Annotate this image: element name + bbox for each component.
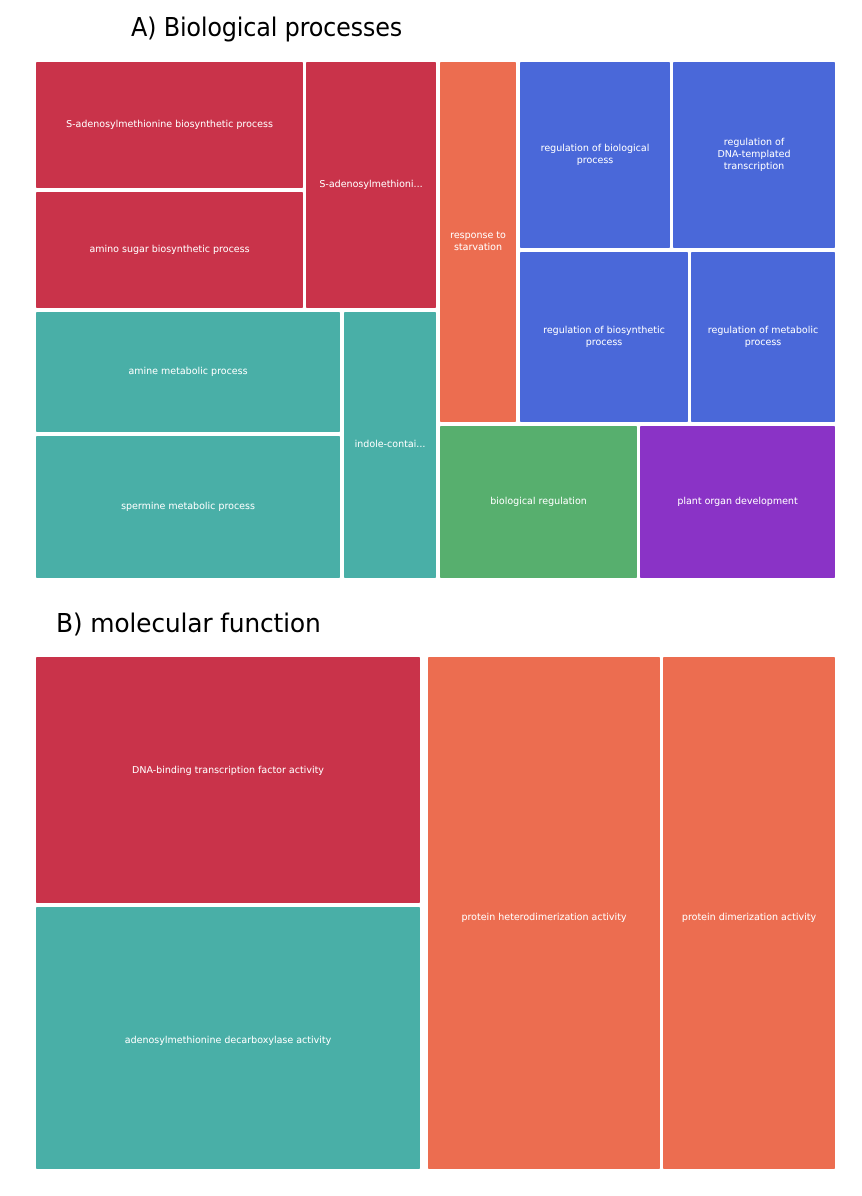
- tile-label: protein dimerization activity: [681, 912, 817, 923]
- tile-label: DNA-binding transcription factor activit…: [132, 765, 324, 776]
- tile-label: adenosylmethionine decarboxylase activit…: [124, 1035, 332, 1046]
- treemap-tile[interactable]: S-adenosylmethionine biosynthetic proces…: [36, 62, 303, 188]
- tile-label: regulation of DNA-templated transcriptio…: [717, 137, 791, 172]
- treemap-tile[interactable]: adenosylmethionine decarboxylase activit…: [36, 907, 420, 1169]
- tile-label: amine metabolic process: [128, 366, 248, 377]
- tile-label: S-adenosylmethioni...: [319, 179, 423, 190]
- tile-label: S-adenosylmethionine biosynthetic proces…: [66, 119, 273, 130]
- treemap-tile[interactable]: protein dimerization activity: [663, 657, 835, 1169]
- treemap-tile[interactable]: indole-contai...: [344, 312, 436, 578]
- tile-label: spermine metabolic process: [121, 501, 255, 512]
- treemap-tile[interactable]: regulation of DNA-templated transcriptio…: [673, 62, 835, 248]
- panel-a-title: A) Biological processes: [131, 13, 403, 43]
- treemap-tile[interactable]: regulation of biosynthetic process: [520, 252, 688, 422]
- treemap-tile[interactable]: regulation of biological process: [520, 62, 670, 248]
- tile-label: indole-contai...: [354, 439, 426, 450]
- treemap-tile[interactable]: DNA-binding transcription factor activit…: [36, 657, 420, 903]
- treemap-tile[interactable]: plant organ development: [640, 426, 835, 578]
- tile-label: regulation of biosynthetic process: [543, 325, 665, 348]
- go-treemap-figure: A) Biological processes S-adenosylmethio…: [0, 0, 862, 1196]
- tile-label: amino sugar biosynthetic process: [89, 244, 250, 255]
- treemap-tile[interactable]: S-adenosylmethioni...: [306, 62, 436, 308]
- treemap-tile[interactable]: spermine metabolic process: [36, 436, 340, 578]
- treemap-tile[interactable]: response to starvation: [440, 62, 516, 422]
- panel-b-title: B) molecular function: [56, 609, 321, 639]
- tile-label: regulation of biological process: [540, 143, 650, 166]
- tile-label: biological regulation: [490, 496, 587, 507]
- treemap-tile[interactable]: amine metabolic process: [36, 312, 340, 432]
- tile-label: protein heterodimerization activity: [461, 912, 627, 923]
- treemap-tile[interactable]: amino sugar biosynthetic process: [36, 192, 303, 308]
- treemap-tile[interactable]: protein heterodimerization activity: [428, 657, 660, 1169]
- tile-label: plant organ development: [677, 496, 798, 507]
- treemap-molecular-function: DNA-binding transcription factor activit…: [34, 655, 837, 1171]
- treemap-tile[interactable]: biological regulation: [440, 426, 637, 578]
- tile-label: response to starvation: [450, 230, 506, 253]
- tile-label: regulation of metabolic process: [707, 325, 819, 348]
- treemap-biological-processes: S-adenosylmethionine biosynthetic proces…: [34, 60, 837, 581]
- treemap-tile[interactable]: regulation of metabolic process: [691, 252, 835, 422]
